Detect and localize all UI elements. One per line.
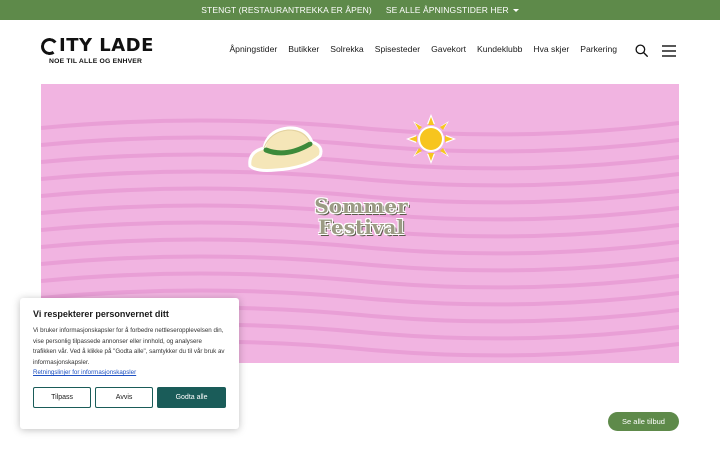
cookie-consent-dialog: Vi respekterer personvernet ditt Vi bruk…	[20, 298, 239, 429]
cookie-body: Vi bruker informasjonskapsler for å forb…	[33, 327, 225, 366]
opening-status: STENGT (RESTAURANTREKKA ER ÅPEN)	[201, 5, 372, 15]
sun-icon	[406, 114, 456, 164]
sommer-festival-title: Sommer Festival	[311, 196, 411, 238]
main-nav: Åpningstider Butikker Solrekka Spisested…	[229, 44, 617, 54]
nav-item-gift-cards[interactable]: Gavekort	[431, 44, 466, 54]
city-lade-logo[interactable]: ITY LADE NOE TIL ALLE OG ENHVER	[39, 35, 154, 65]
logo-name: ITY LADE	[59, 35, 154, 56]
hamburger-menu-icon[interactable]	[662, 45, 676, 57]
nav-item-events[interactable]: Hva skjer	[533, 44, 569, 54]
nav-item-shops[interactable]: Butikker	[288, 44, 319, 54]
logo-wordmark: ITY LADE	[39, 35, 154, 56]
search-icon[interactable]	[635, 44, 648, 57]
nav-item-restaurants[interactable]: Spisesteder	[375, 44, 420, 54]
logo-c-icon	[39, 36, 60, 56]
cookie-title: Vi respekterer personvernet ditt	[33, 309, 169, 319]
nav-item-customer-club[interactable]: Kundeklubb	[477, 44, 522, 54]
see-all-offers-button[interactable]: Se alle tilbud	[608, 412, 679, 431]
nav-item-opening-hours[interactable]: Åpningstider	[229, 44, 277, 54]
site-header: ITY LADE NOE TIL ALLE OG ENHVER Åpningst…	[0, 20, 720, 80]
accept-all-button[interactable]: Godta alle	[157, 387, 226, 408]
customize-button[interactable]: Tilpass	[33, 387, 92, 408]
opening-hours-dropdown[interactable]: SE ALLE ÅPNINGSTIDER HER	[386, 5, 519, 15]
opening-hours-link: SE ALLE ÅPNINGSTIDER HER	[385, 5, 509, 15]
cookie-buttons: Tilpass Avvis Godta alle	[33, 387, 226, 408]
title-line-2: Festival	[317, 215, 405, 239]
reject-button[interactable]: Avvis	[95, 387, 154, 408]
logo-tagline: NOE TIL ALLE OG ENHVER	[49, 58, 143, 65]
caret-down-icon	[512, 9, 519, 12]
top-announcement-bar: STENGT (RESTAURANTREKKA ER ÅPEN) SE ALLE…	[0, 0, 720, 20]
nav-item-parking[interactable]: Parkering	[580, 44, 617, 54]
nav-item-solrekka[interactable]: Solrekka	[330, 44, 363, 54]
title-line-1: Sommer	[314, 194, 408, 218]
sun-hat-icon	[248, 126, 323, 172]
cookie-policy-link[interactable]: Retningslinjer for informasjonskapsler	[33, 368, 226, 378]
